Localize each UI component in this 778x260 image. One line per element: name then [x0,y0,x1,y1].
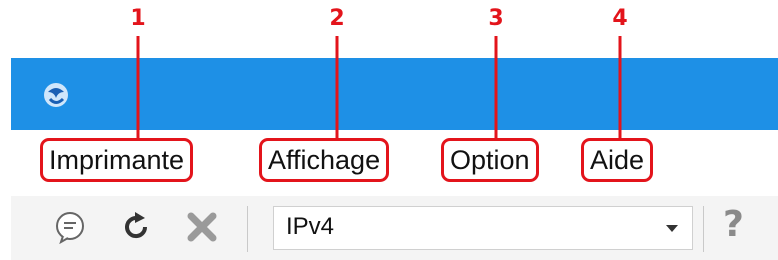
callout-number-4: 4 [612,6,628,31]
help-icon[interactable]: ? [723,204,744,245]
menu-option[interactable]: Option [441,138,539,182]
menu-bar: Imprimante Affichage Option Aide [11,130,778,196]
callout-number-1: 1 [130,6,146,31]
chevron-down-icon [666,225,678,232]
menu-aide[interactable]: Aide [581,138,654,182]
window-titlebar[interactable] [11,58,778,130]
protocol-select-value: IPv4 [286,213,335,240]
toolbar-separator [247,206,248,252]
menu-affichage[interactable]: Affichage [259,138,390,182]
app-icon [44,83,68,107]
callout-line-2 [335,36,339,146]
delete-icon[interactable] [185,210,219,244]
callout-line-4 [618,36,622,146]
callout-number-2: 2 [329,6,345,31]
callout-line-3 [494,36,498,146]
callout-area: 1 2 3 4 [0,0,778,58]
callout-line-1 [136,36,140,146]
protocol-select[interactable]: IPv4 [273,206,693,250]
refresh-icon[interactable] [119,210,153,244]
comment-icon[interactable] [53,210,87,244]
menu-imprimante[interactable]: Imprimante [40,138,194,182]
toolbar-separator [703,206,704,252]
callout-number-3: 3 [488,6,504,31]
toolbar: IPv4 ? [11,196,778,260]
